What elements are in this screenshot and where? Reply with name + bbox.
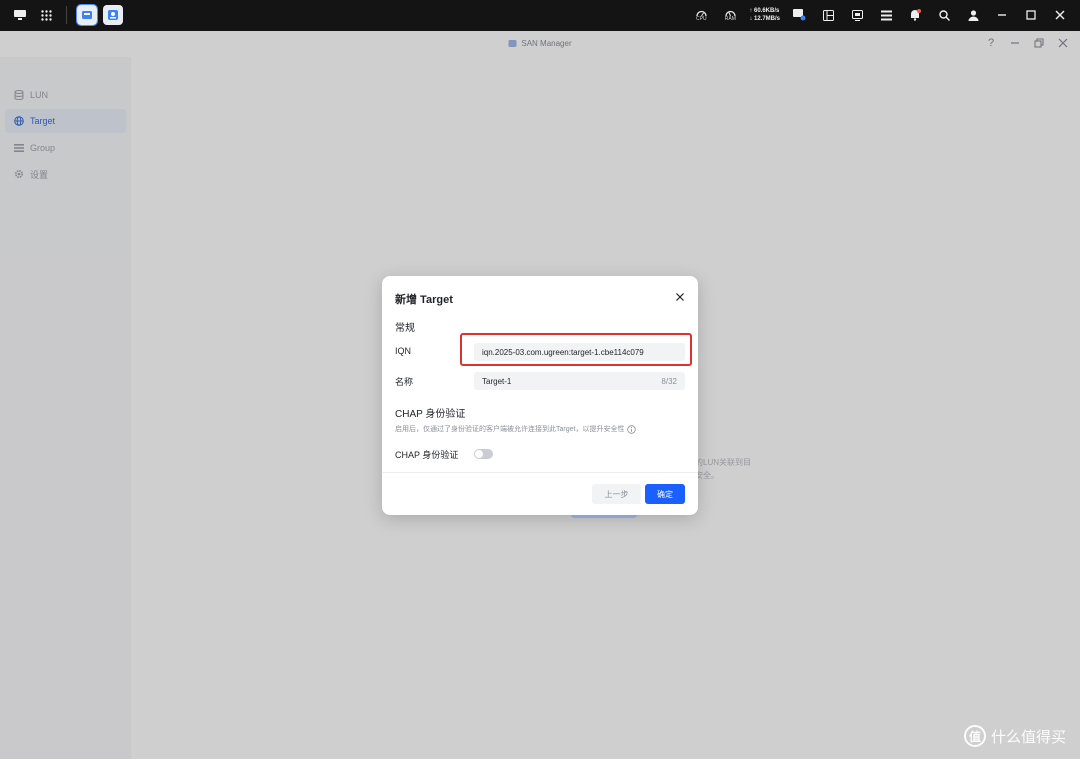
- name-char-count: 8/32: [661, 376, 677, 386]
- notification-bell-icon[interactable]: [905, 5, 925, 25]
- taskbar: CPU RAM ↑ 60.6KB/s ↓ 12.7MB/s: [0, 0, 1080, 31]
- dialog-title: 新增 Target: [395, 294, 453, 306]
- user-device-icon[interactable]: [789, 5, 809, 25]
- new-target-dialog: 新增 Target 常规 IQN iqn.2025-03.com.ugreen:…: [382, 276, 698, 515]
- name-label: 名称: [395, 377, 414, 387]
- cpu-label: CPU: [696, 15, 707, 22]
- download-speed: ↓ 12.7MB/s: [749, 16, 780, 22]
- chap-toggle[interactable]: [474, 449, 493, 459]
- upload-speed: ↑ 60.6KB/s: [749, 8, 780, 14]
- chap-toggle-label: CHAP 身份验证: [395, 450, 459, 460]
- app-grid-icon[interactable]: [36, 5, 56, 25]
- taskbar-separator: [66, 6, 67, 24]
- dialog-close-icon[interactable]: [674, 290, 686, 302]
- watermark-text: 什么值得买: [990, 728, 1066, 746]
- chap-hint-text: 启用后，仅通过了身份验证的客户端被允许连接到此Target，以提升安全性: [395, 426, 625, 433]
- close-icon[interactable]: [1050, 5, 1070, 25]
- general-section-title: 常规: [395, 323, 415, 334]
- cpu-meter[interactable]: CPU: [691, 5, 711, 25]
- chap-hint: 启用后，仅通过了身份验证的客户端被允许连接到此Target，以提升安全性: [395, 424, 637, 434]
- task-list-icon[interactable]: [876, 5, 896, 25]
- maximize-icon[interactable]: [1021, 5, 1041, 25]
- watermark-logo: 值: [963, 725, 986, 747]
- user-icon[interactable]: [963, 5, 983, 25]
- search-icon[interactable]: [934, 5, 954, 25]
- info-icon[interactable]: [627, 424, 637, 434]
- taskbar-app-san-manager[interactable]: [76, 4, 98, 26]
- iqn-label: IQN: [395, 346, 412, 356]
- taskbar-right: CPU RAM ↑ 60.6KB/s ↓ 12.7MB/s: [691, 5, 1070, 25]
- watermark: 值 什么值得买: [963, 725, 1066, 747]
- taskbar-left: [10, 4, 123, 26]
- network-speed[interactable]: ↑ 60.6KB/s ↓ 12.7MB/s: [749, 7, 780, 23]
- resource-monitor-icon[interactable]: [847, 5, 867, 25]
- previous-step-button[interactable]: 上一步: [592, 484, 641, 504]
- dialog-divider: [382, 472, 698, 473]
- desktop-icon[interactable]: [10, 5, 30, 25]
- taskbar-app-storage[interactable]: [103, 5, 123, 25]
- minimize-icon[interactable]: [992, 5, 1012, 25]
- annotation-highlight-box: [460, 333, 692, 366]
- confirm-button[interactable]: 确定: [645, 484, 685, 504]
- chap-section-title: CHAP 身份验证: [395, 409, 466, 420]
- ram-label: RAM: [724, 15, 736, 22]
- name-value: Target-1: [482, 376, 512, 386]
- widgets-icon[interactable]: [818, 5, 838, 25]
- ram-meter[interactable]: RAM: [720, 5, 740, 25]
- name-field[interactable]: Target-1 8/32: [474, 372, 685, 390]
